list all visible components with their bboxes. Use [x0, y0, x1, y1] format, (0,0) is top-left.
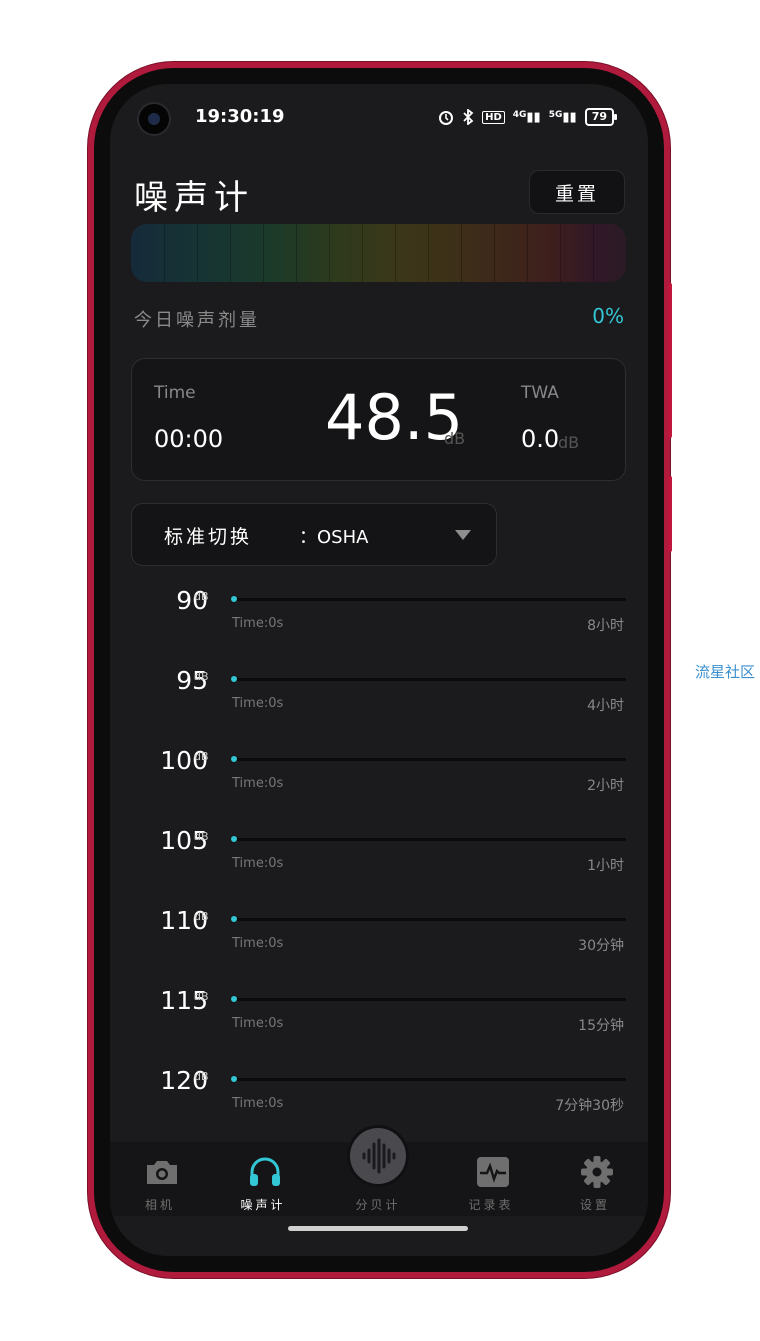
exposure-limit: 7分钟30秒	[555, 1098, 624, 1114]
nav-label: 噪声计	[240, 1198, 286, 1212]
soundwave-icon	[362, 1138, 396, 1174]
exposure-dot	[231, 916, 237, 922]
meter-panel: Time 00:00 48.5 dB TWA 0.0 dB	[131, 358, 626, 481]
camera-icon	[147, 1161, 177, 1184]
nav-camera[interactable]: 相机	[110, 1142, 210, 1216]
level-unit: dB	[194, 670, 209, 683]
level-unit: dB	[194, 990, 209, 1003]
app-screen: 19:30:19 HD 4G▮▮ 5G▮▮ 79 噪声计 重置 今日噪声剂量 0…	[110, 84, 648, 1256]
exposure-time: Time:0s	[232, 776, 284, 791]
standard-selector[interactable]: 标准切换 ：OSHA	[131, 503, 497, 566]
noise-spectrum-bar	[131, 224, 626, 282]
level-unit: dB	[444, 429, 466, 448]
exposure-limit: 1小时	[587, 858, 624, 874]
standard-value: ：OSHA	[299, 527, 369, 548]
level-unit: dB	[194, 750, 209, 763]
signal-4g-icon: 4G▮▮	[512, 109, 541, 125]
gear-icon	[581, 1156, 613, 1188]
level-unit: dB	[194, 830, 209, 843]
exposure-time: Time:0s	[232, 616, 284, 631]
battery-indicator: 79	[584, 108, 618, 126]
headphones-icon	[250, 1157, 280, 1186]
nav-label: 记录表	[468, 1198, 514, 1212]
decibel-button[interactable]	[350, 1128, 406, 1184]
level-row: 100 dB Time:0s 2小时	[110, 746, 648, 826]
level-row: 115 dB Time:0s 15分钟	[110, 986, 648, 1066]
nav-noise-meter[interactable]: 噪声计	[213, 1142, 313, 1216]
chart-icon	[477, 1157, 509, 1187]
exposure-track	[234, 998, 626, 1001]
status-icons: HD 4G▮▮ 5G▮▮ 79	[438, 108, 618, 126]
dose-label: 今日噪声剂量	[134, 310, 260, 331]
exposure-time: Time:0s	[232, 1096, 284, 1111]
exposure-time: Time:0s	[232, 936, 284, 951]
nav-settings[interactable]: 设置	[545, 1142, 645, 1216]
exposure-dot	[231, 756, 237, 762]
exposure-track	[234, 1078, 626, 1081]
nav-label: 分贝计	[355, 1198, 401, 1212]
net1-label: 4G	[512, 109, 527, 120]
front-camera	[137, 102, 171, 136]
exposure-limit: 4小时	[587, 698, 624, 714]
net2-label: 5G	[548, 109, 563, 120]
hd-icon: HD	[482, 110, 505, 124]
reset-button[interactable]: 重置	[529, 170, 625, 214]
volume-button	[668, 283, 672, 438]
exposure-time: Time:0s	[232, 1016, 284, 1031]
signal-5g-icon: 5G▮▮	[548, 109, 577, 125]
time-value: 00:00	[154, 425, 224, 453]
nav-label: 相机	[144, 1198, 175, 1212]
exposure-time: Time:0s	[232, 696, 284, 711]
exposure-limit: 8小时	[587, 618, 624, 634]
page-title: 噪声计	[134, 178, 254, 218]
exposure-limit: 2小时	[587, 778, 624, 794]
alarm-icon	[439, 111, 454, 125]
dose-value: 0%	[592, 304, 624, 328]
exposure-limit: 30分钟	[578, 938, 624, 954]
level-row: 90 dB Time:0s 8小时	[110, 586, 648, 666]
status-time: 19:30:19	[195, 106, 285, 127]
exposure-track	[234, 758, 626, 761]
exposure-time: Time:0s	[232, 856, 284, 871]
twa-unit: dB	[558, 433, 580, 452]
exposure-track	[234, 838, 626, 841]
exposure-dot	[231, 676, 237, 682]
time-label: Time	[154, 383, 196, 403]
twa-value: 0.0	[521, 425, 560, 453]
exposure-track	[234, 678, 626, 681]
nav-records[interactable]: 记录表	[441, 1142, 541, 1216]
exposure-dot	[231, 596, 237, 602]
exposure-dot	[231, 1076, 237, 1082]
level-row: 95 dB Time:0s 4小时	[110, 666, 648, 746]
power-button	[668, 476, 672, 552]
twa-label: TWA	[521, 383, 559, 403]
exposure-track	[234, 598, 626, 601]
chevron-down-icon	[455, 530, 471, 540]
level-row: 105 dB Time:0s 1小时	[110, 826, 648, 906]
exposure-limit: 15分钟	[578, 1018, 624, 1034]
level-row: 110 dB Time:0s 30分钟	[110, 906, 648, 986]
level-unit: dB	[194, 910, 209, 923]
current-level: 48.5	[325, 381, 464, 454]
level-unit: dB	[194, 590, 209, 603]
watermark-text: 流星社区	[695, 663, 756, 681]
standard-label: 标准切换	[164, 526, 253, 548]
exposure-track	[234, 918, 626, 921]
home-indicator[interactable]	[288, 1226, 468, 1231]
exposure-dot	[231, 836, 237, 842]
exposure-dot	[231, 996, 237, 1002]
bluetooth-icon	[463, 109, 474, 125]
level-unit: dB	[194, 1070, 209, 1083]
nav-label: 设置	[579, 1198, 610, 1212]
